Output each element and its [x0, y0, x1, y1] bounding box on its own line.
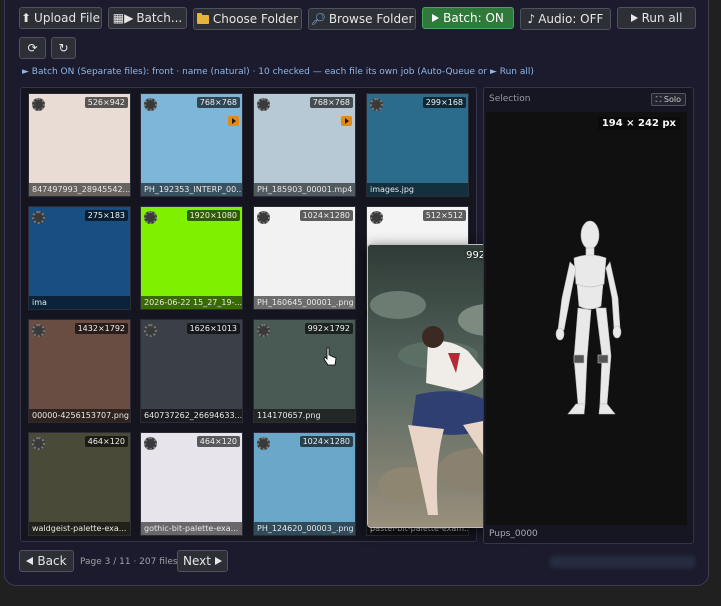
thumbnail-filename: 2026-06-22 15_27_19-...: [141, 296, 242, 309]
gear-icon[interactable]: [144, 211, 157, 224]
thumbnail-item[interactable]: 992×1792 114170657.png: [253, 319, 356, 423]
thumbnail-filename: 640737262_26694633...: [141, 409, 242, 422]
back-arrow-icon: [26, 557, 34, 565]
gear-icon[interactable]: [257, 437, 270, 450]
selection-panel: Selection ⛶ Solo 194 × 242 px Pups_0000: [483, 87, 694, 544]
thumbnail-filename: images.jpg: [367, 183, 468, 196]
next-button[interactable]: Next: [177, 550, 228, 572]
thumbnail-item[interactable]: 768×768 PH_192353_INTERP_00...: [140, 93, 243, 197]
thumbnail-dimensions: 1024×1280: [299, 210, 353, 221]
thumbnail-item[interactable]: 464×120 waldgeist-palette-exa...: [28, 432, 131, 536]
thumbnail-item[interactable]: 1432×1792 00000-4256153707.png: [28, 319, 131, 423]
gear-icon[interactable]: [32, 211, 45, 224]
refresh-icon: ⟳: [27, 41, 38, 55]
choose-folder-button[interactable]: Choose Folder: [193, 8, 302, 30]
gear-icon[interactable]: [144, 98, 157, 111]
gear-icon[interactable]: [144, 437, 157, 450]
size-badge: 194 × 242 px: [597, 117, 680, 130]
thumbnail-filename: PH_160645_00001_.png: [254, 296, 355, 309]
thumbnail-item[interactable]: 768×768 PH_185903_00001.mp4: [253, 93, 356, 197]
rotate-button[interactable]: ↻: [51, 37, 76, 59]
batch-on-toggle[interactable]: Batch: ON: [422, 7, 514, 29]
thumbnail-item[interactable]: 275×183 ima: [28, 206, 131, 310]
solo-button[interactable]: ⛶ Solo: [650, 93, 686, 106]
thumbnail-dimensions: 1626×1013: [186, 323, 240, 334]
hand-cursor-icon: [323, 347, 337, 366]
magnifier-icon: 🔎︎: [310, 12, 326, 26]
browse-folder-button[interactable]: 🔎︎ Browse Folder: [308, 8, 416, 30]
selection-filename: Pups_0000: [489, 529, 538, 539]
thumbnail-filename: 847497993_28945542...: [29, 183, 130, 196]
gear-icon[interactable]: [144, 324, 157, 337]
page-indicator: Page 3 / 11 · 207 files: [80, 557, 178, 567]
folder-icon: [196, 13, 209, 24]
video-icon: [228, 116, 239, 126]
thumbnail-item[interactable]: 1920×1080 2026-06-22 15_27_19-...: [140, 206, 243, 310]
thumbnail-dimensions: 275×183: [84, 210, 128, 221]
music-note-icon: ♪: [527, 12, 536, 26]
status-text-blurred: [550, 556, 695, 568]
batch-info-line: ► Batch ON (Separate files): front · nam…: [22, 67, 534, 77]
back-button[interactable]: Back: [19, 550, 74, 572]
thumbnail-dimensions: 526×942: [84, 97, 128, 108]
thumbnail-item[interactable]: 1024×1280 PH_124620_00003_.png: [253, 432, 356, 536]
thumbnail-dimensions: 464×120: [196, 436, 240, 447]
thumbnail-item[interactable]: 1024×1280 PH_160645_00001_.png: [253, 206, 356, 310]
thumbnail-item[interactable]: 464×120 gothic-bit-palette-exa...: [140, 432, 243, 536]
thumbnail-filename: PH_192353_INTERP_00...: [141, 183, 242, 196]
next-arrow-icon: [214, 557, 222, 565]
batch-button[interactable]: ▦▶ Batch...: [108, 7, 187, 29]
gear-icon[interactable]: [370, 211, 383, 224]
thumbnail-dimensions: 768×768: [309, 97, 353, 108]
upload-icon: ⬆: [20, 11, 32, 25]
rotate-icon: ↻: [58, 41, 69, 55]
thumbnail-filename: waldgeist-palette-exa...: [29, 522, 130, 535]
video-icon: [341, 116, 352, 126]
run-all-button[interactable]: Run all: [617, 7, 696, 29]
thumbnail-dimensions: 299×168: [422, 97, 466, 108]
thumbnail-dimensions: 512×512: [422, 210, 466, 221]
refresh-button[interactable]: ⟳: [19, 37, 46, 59]
upload-file-button[interactable]: ⬆ Upload File: [19, 7, 102, 29]
expand-icon: ⛶: [655, 95, 664, 104]
thumbnail-dimensions: 768×768: [196, 97, 240, 108]
thumbnail-filename: gothic-bit-palette-exa...: [141, 522, 242, 535]
play-icon: [630, 14, 638, 22]
gear-icon[interactable]: [32, 98, 45, 111]
gear-icon[interactable]: [32, 324, 45, 337]
thumbnail-dimensions: 1024×1280: [299, 436, 353, 447]
thumbnail-item[interactable]: 526×942 847497993_28945542...: [28, 93, 131, 197]
thumbnail-dimensions: 1432×1792: [74, 323, 128, 334]
thumbnail-dimensions: 464×120: [84, 436, 128, 447]
thumbnail-filename: 00000-4256153707.png: [29, 409, 130, 422]
gear-icon[interactable]: [257, 98, 270, 111]
thumbnail-item[interactable]: 1626×1013 640737262_26694633...: [140, 319, 243, 423]
thumbnail-dimensions: 992×1792: [304, 323, 353, 334]
thumbnail-filename: ima: [29, 296, 130, 309]
selection-preview: 194 × 242 px: [486, 112, 687, 525]
thumbnail-dimensions: 1920×1080: [186, 210, 240, 221]
gear-icon[interactable]: [257, 324, 270, 337]
audio-toggle[interactable]: ♪ Audio: OFF: [520, 8, 611, 30]
play-icon: [432, 14, 440, 22]
thumbnail-item[interactable]: 299×168 images.jpg: [366, 93, 469, 197]
gear-icon[interactable]: [32, 437, 45, 450]
thumbnail-filename: PH_124620_00003_.png: [254, 522, 355, 535]
gear-icon[interactable]: [370, 98, 383, 111]
thumbnail-filename: PH_185903_00001.mp4: [254, 183, 355, 196]
gear-icon[interactable]: [257, 211, 270, 224]
thumbnail-filename: 114170657.png: [254, 409, 355, 422]
mannequin-image: [555, 220, 622, 415]
selection-title: Selection: [489, 94, 531, 104]
batch-icon: ▦▶: [112, 11, 134, 25]
